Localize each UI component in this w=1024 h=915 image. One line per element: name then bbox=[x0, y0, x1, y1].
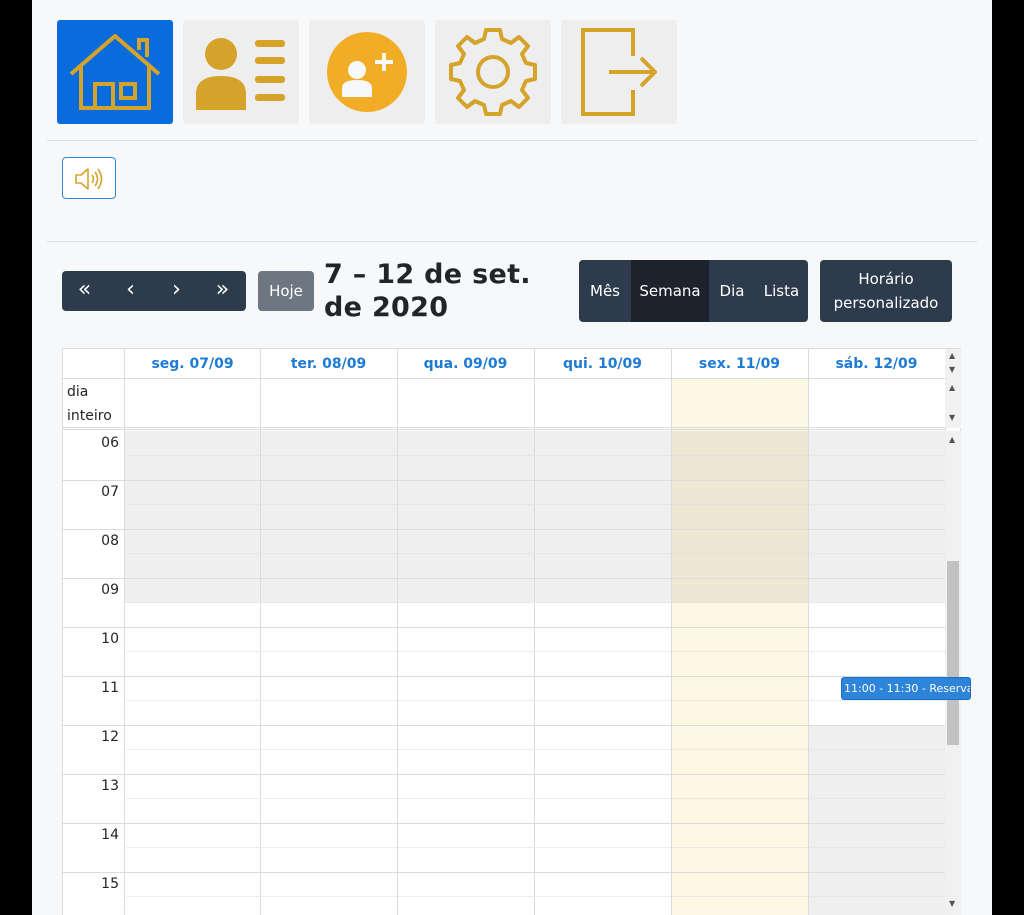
scroll-up-icon[interactable]: ▲ bbox=[949, 435, 955, 444]
grid-line bbox=[124, 896, 945, 897]
hour-label: 14 bbox=[101, 827, 119, 843]
grid-line bbox=[63, 429, 945, 430]
grid-line bbox=[63, 480, 945, 481]
divider bbox=[47, 241, 977, 242]
day-header[interactable]: sex. 11/09 bbox=[671, 349, 808, 378]
grid-line bbox=[63, 872, 945, 873]
sound-button[interactable] bbox=[62, 157, 116, 199]
next-year-button[interactable]: » bbox=[200, 271, 245, 311]
scroll-down-icon[interactable]: ▼ bbox=[949, 365, 955, 374]
nav-logout-button[interactable] bbox=[561, 20, 677, 124]
hour-label: 06 bbox=[101, 435, 119, 451]
view-list-button[interactable]: Lista bbox=[755, 260, 808, 322]
scroll-up-icon[interactable]: ▲ bbox=[949, 383, 955, 392]
nav-add-user-button[interactable] bbox=[309, 20, 425, 124]
user-plus-icon bbox=[327, 32, 407, 112]
grid-line bbox=[124, 349, 125, 915]
hour-label: 12 bbox=[101, 729, 119, 745]
grid-line bbox=[63, 378, 945, 379]
scrollbar-thumb[interactable] bbox=[947, 561, 959, 745]
view-week-button[interactable]: Semana bbox=[631, 260, 709, 322]
grid-line bbox=[124, 553, 945, 554]
prev-year-button[interactable]: « bbox=[62, 271, 107, 311]
prev-button[interactable]: ‹ bbox=[108, 271, 153, 311]
day-header[interactable]: seg. 07/09 bbox=[124, 349, 261, 378]
day-header[interactable]: sáb. 12/09 bbox=[808, 349, 945, 378]
hour-label: 11 bbox=[101, 680, 119, 696]
grid-line bbox=[671, 349, 672, 915]
speaker-icon bbox=[75, 168, 103, 190]
nav-home-button[interactable] bbox=[57, 20, 173, 124]
house-icon bbox=[69, 34, 161, 110]
grid-line bbox=[260, 349, 261, 915]
view-month-button[interactable]: Mês bbox=[579, 260, 631, 322]
grid-line bbox=[63, 725, 945, 726]
all-day-label: dia inteiro bbox=[67, 384, 112, 424]
grid-line bbox=[808, 349, 809, 915]
today-button[interactable]: Hoje bbox=[258, 271, 314, 311]
calendar-grid: seg. 07/09 ter. 08/09 qua. 09/09 qui. 10/09… bbox=[62, 348, 971, 915]
grid-line bbox=[124, 455, 945, 456]
app-page: « ‹ › » Hoje 7 – 12 de set. de 2020 Mês … bbox=[32, 0, 992, 915]
hour-label: 07 bbox=[101, 484, 119, 500]
calendar-event[interactable]: 11:00 - 11:30 - Reserva bbox=[841, 677, 971, 700]
view-day-button[interactable]: Dia bbox=[709, 260, 755, 322]
grid-line bbox=[63, 676, 945, 677]
grid-line bbox=[124, 602, 945, 603]
exit-icon bbox=[581, 28, 657, 116]
grid-line bbox=[63, 823, 945, 824]
nav-button-group: « ‹ › » bbox=[62, 271, 246, 311]
next-button[interactable]: › bbox=[154, 271, 199, 311]
nav-profile-button[interactable] bbox=[183, 20, 299, 124]
grid-line bbox=[63, 427, 945, 428]
grid-line bbox=[397, 349, 398, 915]
hour-label: 10 bbox=[101, 631, 119, 647]
day-header[interactable]: qua. 09/09 bbox=[397, 349, 534, 378]
nav-settings-button[interactable] bbox=[435, 20, 551, 124]
day-header[interactable]: qui. 10/09 bbox=[534, 349, 671, 378]
grid-line bbox=[63, 627, 945, 628]
grid-line bbox=[124, 700, 945, 701]
grid-line bbox=[124, 749, 945, 750]
grid-line bbox=[534, 349, 535, 915]
grid-line bbox=[63, 529, 945, 530]
grid-line bbox=[63, 578, 945, 579]
hour-label: 09 bbox=[101, 582, 119, 598]
hour-label: 08 bbox=[101, 533, 119, 549]
gear-icon bbox=[449, 28, 537, 116]
hour-label: 15 bbox=[101, 876, 119, 892]
grid-line bbox=[63, 774, 945, 775]
grid-line bbox=[124, 798, 945, 799]
calendar-title: 7 – 12 de set. de 2020 bbox=[324, 259, 531, 323]
grid-line bbox=[124, 651, 945, 652]
today-column bbox=[671, 378, 808, 915]
scroll-up-icon[interactable]: ▲ bbox=[949, 351, 955, 360]
day-header[interactable]: ter. 08/09 bbox=[260, 349, 397, 378]
grid-line bbox=[124, 504, 945, 505]
scroll-down-icon[interactable]: ▼ bbox=[949, 899, 955, 908]
grid-line bbox=[124, 847, 945, 848]
custom-hours-button[interactable]: Horário personalizado bbox=[820, 260, 952, 322]
non-business-hours bbox=[808, 725, 945, 915]
hour-label: 13 bbox=[101, 778, 119, 794]
scroll-down-icon[interactable]: ▼ bbox=[949, 413, 955, 422]
view-button-group: Mês Semana Dia Lista bbox=[579, 260, 808, 322]
user-list-icon bbox=[196, 38, 285, 110]
divider bbox=[47, 140, 977, 141]
